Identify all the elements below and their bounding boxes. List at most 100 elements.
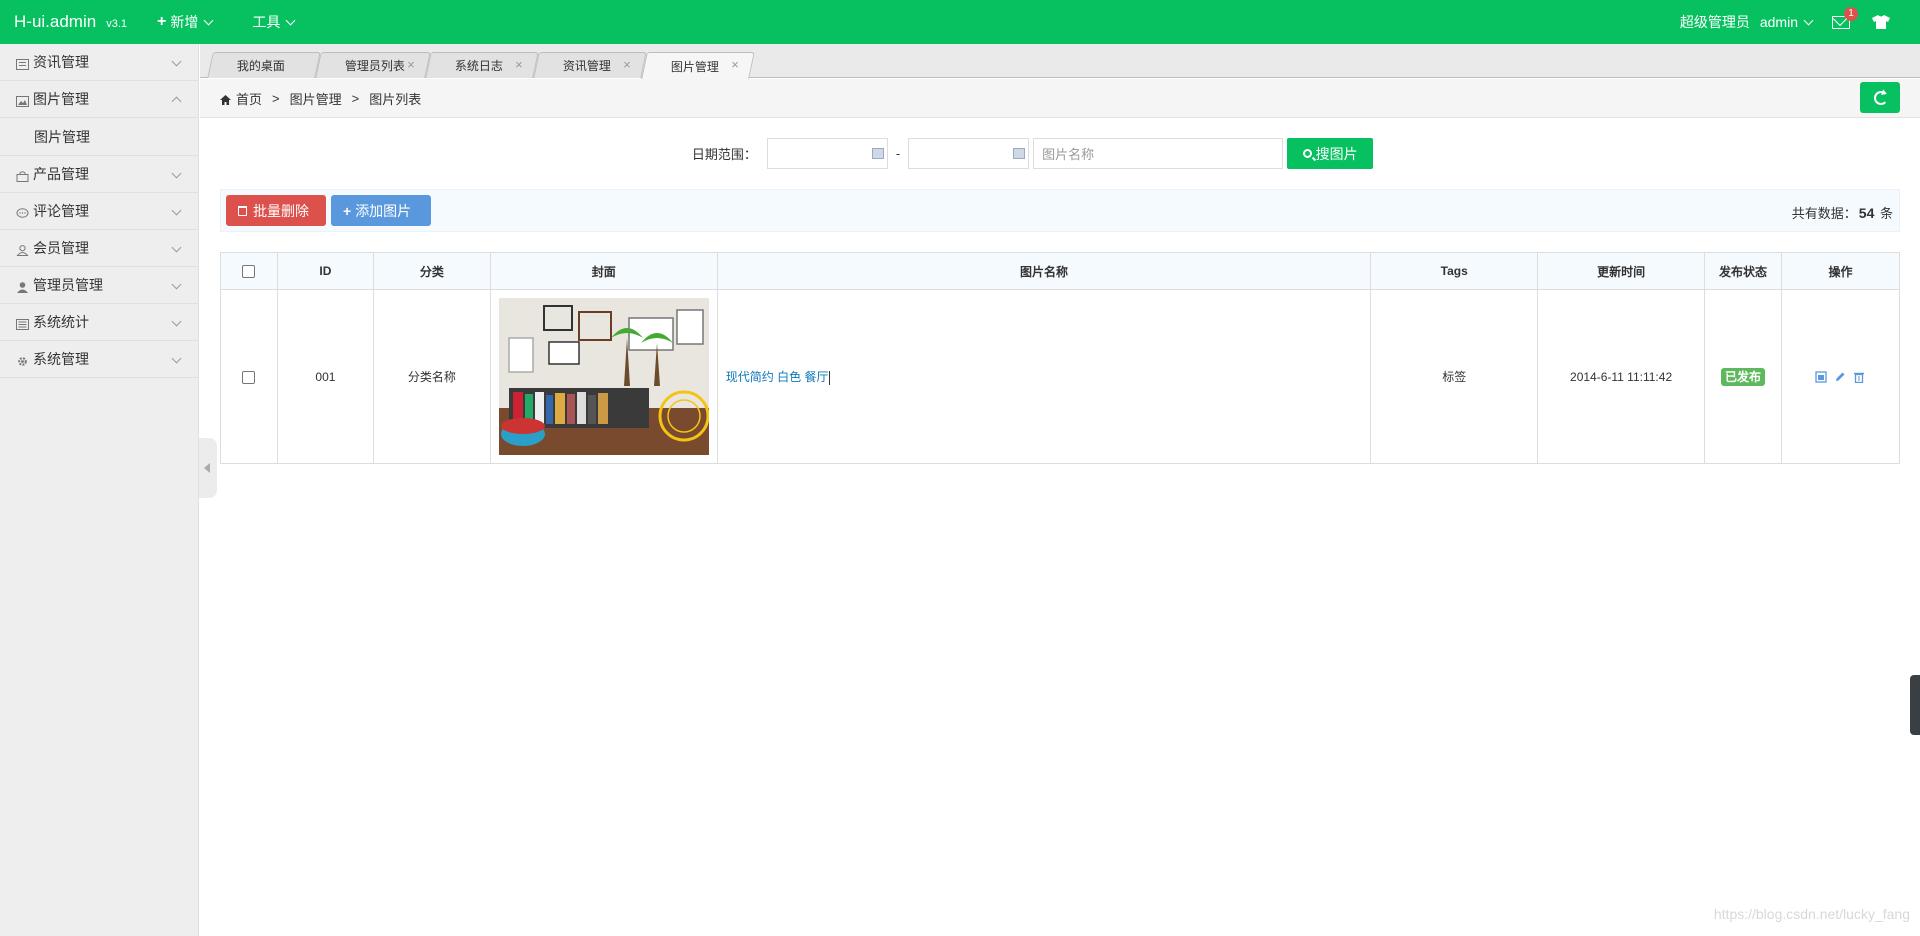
trash-icon: [238, 205, 247, 216]
breadcrumb-home[interactable]: 首页: [236, 89, 262, 108]
search-button-label: 搜图片: [1315, 145, 1358, 162]
breadcrumb-separator: >: [272, 90, 280, 106]
mail-icon[interactable]: 1: [1832, 6, 1858, 29]
breadcrumb: 首页 > 图片管理 > 图片列表: [200, 79, 1920, 118]
sidebar: 资讯管理 图片管理 图片管理 产品管理 评论管理 会员管理 管理员管理 系统统计…: [0, 44, 199, 936]
header-status: 发布状态: [1704, 252, 1782, 290]
chevron-down-icon: [171, 279, 182, 290]
batch-delete-button[interactable]: 批量删除: [226, 195, 326, 226]
sidebar-item-label: 系统统计: [33, 314, 89, 330]
sidebar-item-picture[interactable]: 图片管理: [0, 81, 198, 118]
tab-picture-manage[interactable]: 图片管理 ×: [641, 52, 755, 79]
tab-news-manage[interactable]: 资讯管理 ×: [533, 52, 647, 78]
chevron-down-icon: [203, 15, 214, 25]
tab-system-log[interactable]: 系统日志 ×: [425, 52, 539, 78]
comment-icon: [16, 206, 29, 218]
menu-tools[interactable]: 工具: [252, 12, 296, 32]
close-icon[interactable]: ×: [624, 57, 632, 72]
chevron-down-icon: [171, 316, 182, 327]
close-icon[interactable]: ×: [732, 57, 740, 72]
date-start-input[interactable]: [766, 138, 888, 169]
header-name: 图片名称: [716, 252, 1372, 290]
admin-icon: [16, 280, 29, 293]
chevron-down-icon: [171, 353, 182, 364]
breadcrumb-level2: 图片列表: [369, 91, 422, 107]
toolbar: 批量删除 + 添加图片 共有数据： 54 条: [220, 189, 1900, 232]
menu-tools-label: 工具: [252, 14, 281, 30]
cell-status: 已发布: [1704, 289, 1782, 464]
side-widget-handle[interactable]: [1910, 675, 1920, 735]
select-all-checkbox[interactable]: [242, 265, 256, 279]
cover-image[interactable]: [498, 298, 709, 455]
picture-name-placeholder: 图片名称: [1042, 147, 1095, 162]
tab-label: 图片管理: [670, 59, 719, 74]
tab-label: 管理员列表: [344, 59, 405, 73]
date-range-dash: -: [895, 146, 901, 161]
brand-version: v3.1: [106, 18, 127, 30]
picture-name-link[interactable]: 现代简约 白色 餐厅: [726, 370, 829, 384]
user-menu[interactable]: admin: [1760, 14, 1814, 30]
table-row: 001 分类名称 现代简约 白色 餐厅 标签 2014-6-11 11:11:4…: [220, 289, 1901, 464]
total-count: 共有数据： 54 条: [1792, 203, 1893, 222]
picture-table: ID 分类 封面 图片名称 Tags 更新时间 发布状态 操作 001 分类名称: [220, 252, 1901, 464]
tab-admin-list[interactable]: 管理员列表 ×: [315, 52, 431, 78]
sidebar-item-news[interactable]: 资讯管理: [0, 44, 198, 81]
tab-my-desktop[interactable]: 我的桌面: [207, 52, 321, 78]
cell-picture-name[interactable]: 现代简约 白色 餐厅: [716, 289, 1372, 464]
menu-add-label: 新增: [170, 14, 199, 30]
tab-bar: 我的桌面 管理员列表 × 系统日志 × 资讯管理 × 图片管理 ×: [200, 44, 1920, 79]
close-icon[interactable]: ×: [408, 57, 416, 72]
bag-icon: [16, 169, 29, 182]
row-checkbox[interactable]: [242, 370, 256, 384]
sidebar-item-member[interactable]: 会员管理: [0, 230, 198, 267]
delete-icon[interactable]: [1853, 371, 1865, 383]
header-tags: Tags: [1370, 252, 1539, 290]
edit-icon[interactable]: [1834, 371, 1846, 383]
plus-icon: +: [157, 13, 167, 30]
skin-icon[interactable]: [1872, 15, 1890, 29]
tab-label: 我的桌面: [236, 59, 285, 73]
sidebar-item-comment[interactable]: 评论管理: [0, 193, 198, 230]
header-checkbox-cell: [220, 252, 278, 290]
nav-menu: + 新增 工具: [157, 12, 334, 32]
chevron-down-icon: [285, 15, 296, 25]
sidebar-item-system[interactable]: 系统管理: [0, 341, 198, 378]
sidebar-item-stats[interactable]: 系统统计: [0, 304, 198, 341]
header-updated: 更新时间: [1537, 252, 1706, 290]
picture-name-input[interactable]: 图片名称: [1033, 138, 1284, 169]
table-header-row: ID 分类 封面 图片名称 Tags 更新时间 发布状态 操作: [220, 252, 1901, 290]
calendar-icon: [871, 148, 884, 159]
refresh-button[interactable]: [1860, 82, 1900, 113]
user-role: 超级管理员: [1679, 14, 1750, 30]
top-right: 超级管理员 admin 1: [1680, 0, 1920, 44]
status-badge: 已发布: [1720, 368, 1765, 386]
brand-name: H-ui.admin: [14, 12, 97, 31]
header-category: 分类: [372, 252, 491, 290]
text-cursor: [829, 370, 831, 385]
publish-icon[interactable]: [1815, 370, 1828, 383]
menu-add[interactable]: + 新增: [157, 12, 214, 32]
add-picture-button[interactable]: + 添加图片: [331, 195, 431, 226]
sidebar-item-admin[interactable]: 管理员管理: [0, 267, 198, 304]
header-actions: 操作: [1780, 252, 1901, 290]
sidebar-item-label: 图片管理: [33, 91, 89, 107]
chevron-down-icon: [171, 168, 182, 179]
cell-cover: [489, 289, 718, 464]
close-icon[interactable]: ×: [516, 57, 524, 72]
date-end-input[interactable]: [908, 138, 1030, 169]
sidebar-item-label: 管理员管理: [33, 277, 103, 293]
watermark: https://blog.csdn.net/lucky_fang: [1713, 906, 1910, 922]
cell-updated: 2014-6-11 11:11:42: [1537, 289, 1706, 464]
breadcrumb-level1[interactable]: 图片管理: [290, 89, 342, 108]
total-prefix: 共有数据：: [1791, 206, 1857, 221]
search-picture-button[interactable]: 搜图片: [1287, 138, 1374, 169]
sidebar-item-label: 会员管理: [33, 240, 89, 256]
news-icon: [16, 57, 29, 70]
sidebar-collapse-handle[interactable]: [199, 438, 217, 498]
sidebar-item-label: 评论管理: [33, 203, 89, 219]
row-actions: [1782, 370, 1899, 383]
cell-actions: [1780, 289, 1901, 464]
breadcrumb-separator: >: [351, 90, 360, 106]
search-icon: [1302, 149, 1312, 158]
brand[interactable]: H-ui.admin v3.1: [14, 12, 127, 32]
